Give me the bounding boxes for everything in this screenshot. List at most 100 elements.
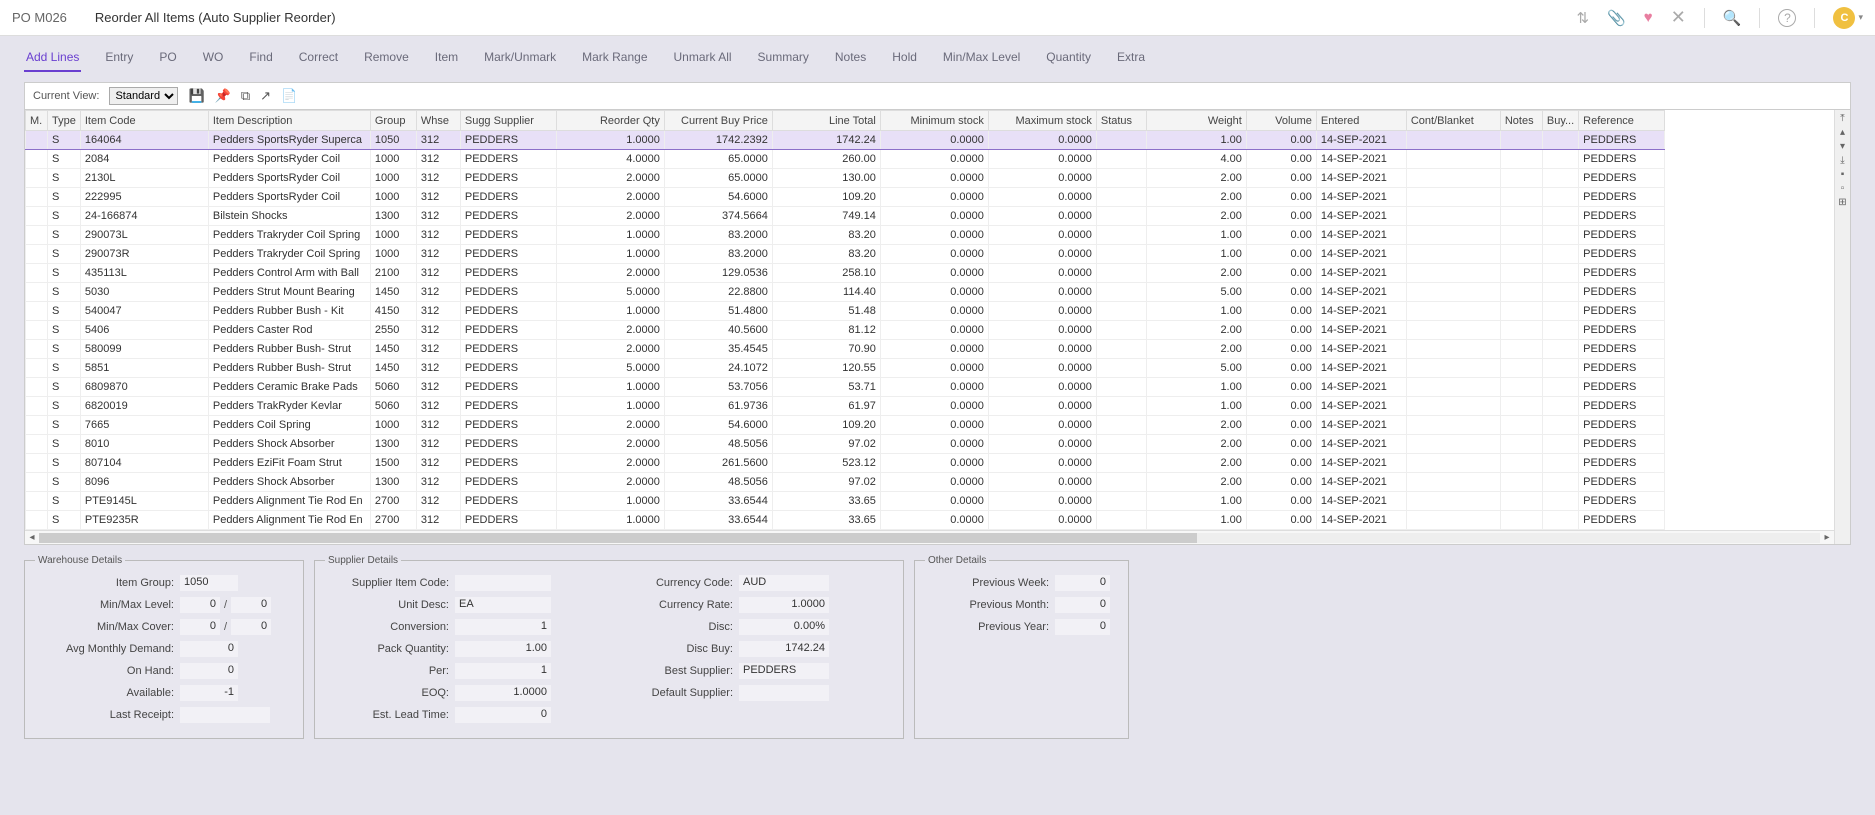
cell-reorder_qty[interactable]: 1.0000 xyxy=(556,378,664,397)
cell-buy_price[interactable]: 83.2000 xyxy=(664,226,772,245)
menu-mark-unmark[interactable]: Mark/Unmark xyxy=(482,44,558,72)
cell-item_desc[interactable]: Pedders SportsRyder Coil xyxy=(208,188,370,207)
cell-cont[interactable] xyxy=(1406,492,1500,511)
cell-entered[interactable]: 14-SEP-2021 xyxy=(1316,492,1406,511)
table-row[interactable]: S5030Pedders Strut Mount Bearing1450312P… xyxy=(26,283,1665,302)
cell-whse[interactable]: 312 xyxy=(416,264,460,283)
cell-status[interactable] xyxy=(1096,397,1146,416)
cell-buy[interactable] xyxy=(1542,188,1578,207)
horizontal-scrollbar[interactable]: ◂ ▸ xyxy=(25,530,1834,544)
cell-weight[interactable]: 1.00 xyxy=(1146,492,1246,511)
cell-item_code[interactable]: 290073R xyxy=(80,245,208,264)
cell-group[interactable]: 1450 xyxy=(370,283,416,302)
cell-group[interactable]: 1300 xyxy=(370,435,416,454)
cell-reorder_qty[interactable]: 2.0000 xyxy=(556,169,664,188)
cell-max_stock[interactable]: 0.0000 xyxy=(988,245,1096,264)
table-row[interactable]: S540047Pedders Rubber Bush - Kit4150312P… xyxy=(26,302,1665,321)
column-volume[interactable]: Volume xyxy=(1246,111,1316,131)
cell-ref[interactable]: PEDDERS xyxy=(1579,131,1665,150)
cell-cont[interactable] xyxy=(1406,397,1500,416)
cell-buy_price[interactable]: 24.1072 xyxy=(664,359,772,378)
cell-status[interactable] xyxy=(1096,302,1146,321)
cell-whse[interactable]: 312 xyxy=(416,207,460,226)
cell-buy_price[interactable]: 33.6544 xyxy=(664,511,772,530)
cell-group[interactable]: 1000 xyxy=(370,188,416,207)
cell-min_stock[interactable]: 0.0000 xyxy=(880,150,988,169)
cell-reorder_qty[interactable]: 1.0000 xyxy=(556,397,664,416)
scroll-right-icon[interactable]: ▸ xyxy=(1820,532,1834,543)
cell-line_total[interactable]: 523.12 xyxy=(772,454,880,473)
menu-extra[interactable]: Extra xyxy=(1115,44,1147,72)
cell-buy_price[interactable]: 129.0536 xyxy=(664,264,772,283)
cell-notes[interactable] xyxy=(1500,226,1542,245)
cell-group[interactable]: 1000 xyxy=(370,416,416,435)
cell-entered[interactable]: 14-SEP-2021 xyxy=(1316,150,1406,169)
table-row[interactable]: SPTE9145LPedders Alignment Tie Rod En270… xyxy=(26,492,1665,511)
cell-m[interactable] xyxy=(26,321,48,340)
cell-status[interactable] xyxy=(1096,359,1146,378)
cell-whse[interactable]: 312 xyxy=(416,435,460,454)
cell-cont[interactable] xyxy=(1406,226,1500,245)
column-entered[interactable]: Entered xyxy=(1316,111,1406,131)
cell-item_code[interactable]: 807104 xyxy=(80,454,208,473)
cell-status[interactable] xyxy=(1096,188,1146,207)
cell-weight[interactable]: 1.00 xyxy=(1146,378,1246,397)
cell-type[interactable]: S xyxy=(48,245,81,264)
cell-entered[interactable]: 14-SEP-2021 xyxy=(1316,321,1406,340)
cell-notes[interactable] xyxy=(1500,340,1542,359)
menu-wo[interactable]: WO xyxy=(201,44,226,72)
cell-m[interactable] xyxy=(26,473,48,492)
cell-line_total[interactable]: 33.65 xyxy=(772,511,880,530)
cell-item_desc[interactable]: Pedders SportsRyder Coil xyxy=(208,150,370,169)
cell-line_total[interactable]: 1742.24 xyxy=(772,131,880,150)
cell-buy_price[interactable]: 61.9736 xyxy=(664,397,772,416)
cell-entered[interactable]: 14-SEP-2021 xyxy=(1316,226,1406,245)
cell-sugg_supplier[interactable]: PEDDERS xyxy=(460,340,556,359)
cell-volume[interactable]: 0.00 xyxy=(1246,397,1316,416)
cell-entered[interactable]: 14-SEP-2021 xyxy=(1316,169,1406,188)
cell-buy[interactable] xyxy=(1542,435,1578,454)
cell-max_stock[interactable]: 0.0000 xyxy=(988,188,1096,207)
cell-notes[interactable] xyxy=(1500,188,1542,207)
cell-group[interactable]: 2700 xyxy=(370,511,416,530)
cell-whse[interactable]: 312 xyxy=(416,416,460,435)
cell-item_desc[interactable]: Pedders SportsRyder Superca xyxy=(208,131,370,150)
cell-m[interactable] xyxy=(26,283,48,302)
cell-item_code[interactable]: PTE9235R xyxy=(80,511,208,530)
cell-item_desc[interactable]: Pedders Rubber Bush- Strut xyxy=(208,359,370,378)
cell-sugg_supplier[interactable]: PEDDERS xyxy=(460,207,556,226)
cell-notes[interactable] xyxy=(1500,492,1542,511)
cell-buy[interactable] xyxy=(1542,378,1578,397)
cell-volume[interactable]: 0.00 xyxy=(1246,169,1316,188)
cell-notes[interactable] xyxy=(1500,264,1542,283)
menu-quantity[interactable]: Quantity xyxy=(1044,44,1093,72)
cell-min_stock[interactable]: 0.0000 xyxy=(880,169,988,188)
menu-min-max-level[interactable]: Min/Max Level xyxy=(941,44,1022,72)
cell-min_stock[interactable]: 0.0000 xyxy=(880,283,988,302)
table-row[interactable]: S164064Pedders SportsRyder Superca105031… xyxy=(26,131,1665,150)
cell-notes[interactable] xyxy=(1500,511,1542,530)
cell-m[interactable] xyxy=(26,511,48,530)
cell-m[interactable] xyxy=(26,454,48,473)
cell-whse[interactable]: 312 xyxy=(416,169,460,188)
cell-weight[interactable]: 2.00 xyxy=(1146,188,1246,207)
cell-m[interactable] xyxy=(26,264,48,283)
cell-reorder_qty[interactable]: 2.0000 xyxy=(556,435,664,454)
cell-type[interactable]: S xyxy=(48,511,81,530)
column-status[interactable]: Status xyxy=(1096,111,1146,131)
cell-m[interactable] xyxy=(26,378,48,397)
cell-sugg_supplier[interactable]: PEDDERS xyxy=(460,245,556,264)
cell-volume[interactable]: 0.00 xyxy=(1246,435,1316,454)
row-down-icon[interactable]: ▾ xyxy=(1840,141,1845,152)
cell-item_desc[interactable]: Pedders Rubber Bush - Kit xyxy=(208,302,370,321)
cell-item_code[interactable]: 222995 xyxy=(80,188,208,207)
cell-ref[interactable]: PEDDERS xyxy=(1579,264,1665,283)
cell-line_total[interactable]: 51.48 xyxy=(772,302,880,321)
cell-buy_price[interactable]: 83.2000 xyxy=(664,245,772,264)
menu-item[interactable]: Item xyxy=(433,44,460,72)
cell-line_total[interactable]: 260.00 xyxy=(772,150,880,169)
cell-sugg_supplier[interactable]: PEDDERS xyxy=(460,169,556,188)
column-buy_price[interactable]: Current Buy Price xyxy=(664,111,772,131)
cell-ref[interactable]: PEDDERS xyxy=(1579,321,1665,340)
cell-notes[interactable] xyxy=(1500,302,1542,321)
